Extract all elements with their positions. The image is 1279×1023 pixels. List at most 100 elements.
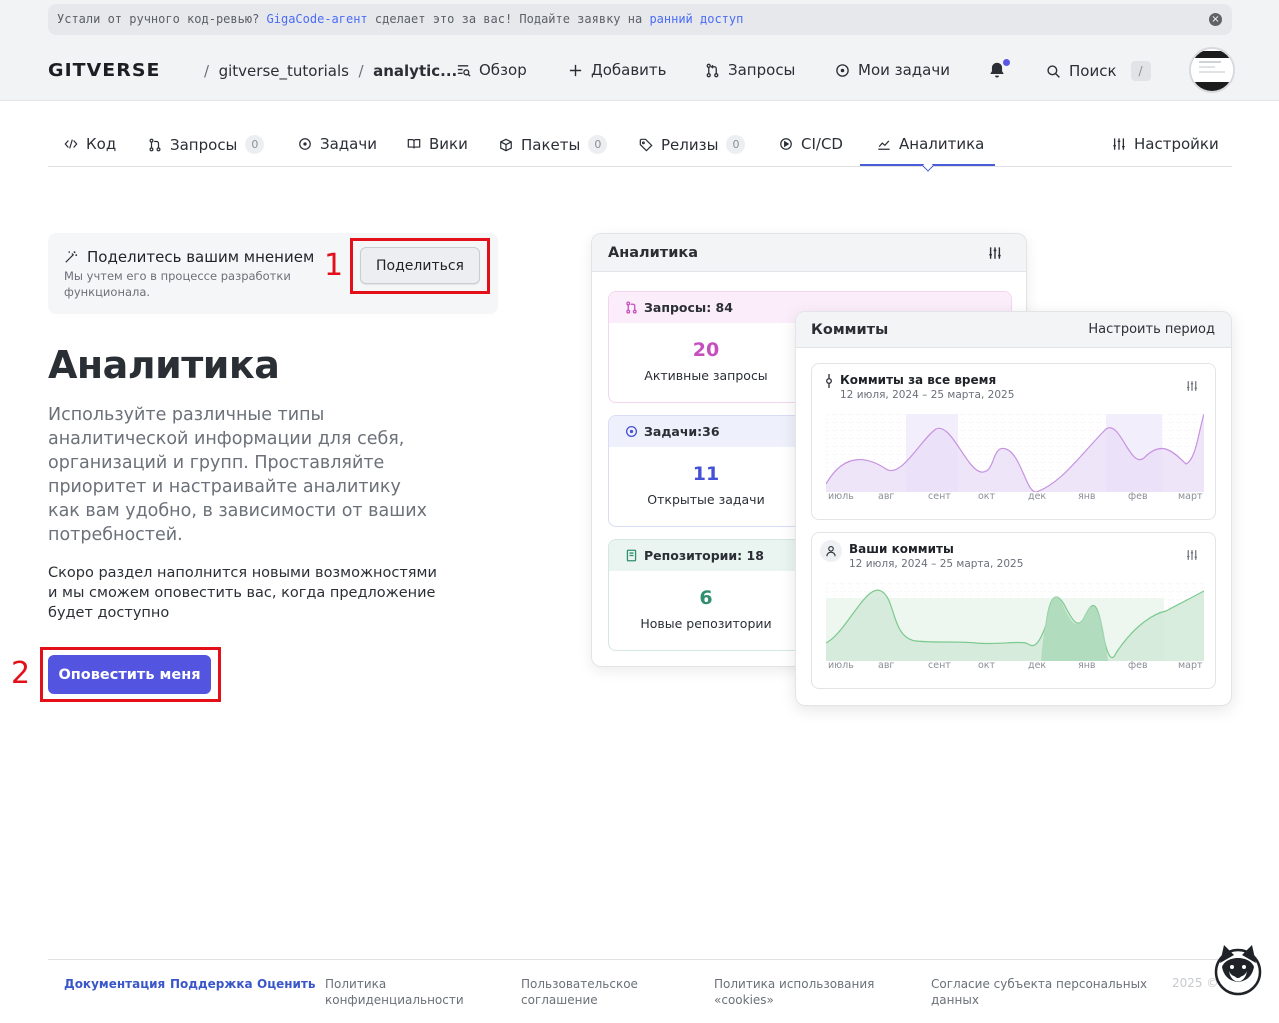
tab-settings[interactable]: Настройки <box>1112 135 1219 153</box>
commits-preview-card: Коммиты Настроить период Коммиты за все … <box>795 311 1232 706</box>
header: GITVERSE / gitverse_tutorials / analytic… <box>48 47 1235 93</box>
tab-wiki[interactable]: Вики <box>407 135 468 153</box>
commits-preview-header: Коммиты Настроить период <box>796 312 1231 348</box>
stat-requests-number: 20 <box>692 339 720 361</box>
commit-icon <box>826 374 832 388</box>
breadcrumb-owner[interactable]: gitverse_tutorials <box>219 62 349 80</box>
feedback-title: Поделитесь вашим мнением <box>64 248 314 266</box>
month-label: фев <box>1128 660 1148 671</box>
nav-overview[interactable]: Обзор <box>456 61 527 79</box>
notification-dot <box>1003 59 1010 66</box>
stat-issues-number: 11 <box>692 463 720 485</box>
footer-docs-link[interactable]: Документация <box>64 976 165 992</box>
breadcrumb-repo[interactable]: analytic... <box>373 62 457 80</box>
annotation-box-1 <box>350 238 490 294</box>
tab-analytics[interactable]: Аналитика <box>877 135 984 153</box>
tab-releases-count: 0 <box>726 135 746 154</box>
month-label: март <box>1178 491 1203 502</box>
annotation-box-2 <box>40 647 221 702</box>
book-icon <box>407 139 421 149</box>
month-label: авг <box>878 491 895 502</box>
page-title: Аналитика <box>48 343 280 387</box>
breadcrumb-separator: / <box>204 62 210 80</box>
tab-packages-count: 0 <box>588 135 608 154</box>
feedback-title-text: Поделитесь вашим мнением <box>87 248 315 266</box>
banner-text-2: сделает это за вас! Подайте заявку на <box>367 12 650 26</box>
chart-all-date: 12 июля, 2024 – 25 марта, 2025 <box>840 389 1015 401</box>
tab-issues[interactable]: Задачи <box>298 135 377 153</box>
user-icon <box>826 545 836 557</box>
assistant-dog-icon[interactable] <box>1212 941 1264 997</box>
stat-repos-title: Репозитории: 18 <box>644 548 764 563</box>
breadcrumb: / gitverse_tutorials / analytic... <box>204 62 457 80</box>
stat-issues-title: Задачи:36 <box>644 424 720 439</box>
plus-icon <box>569 64 582 76</box>
gigacode-link[interactable]: GigaCode-агент <box>267 12 368 26</box>
chart-all-plot <box>826 414 1204 492</box>
repo-tabs: Код Запросы 0 Задачи Вики Пакеты 0 Релиз… <box>48 126 1232 172</box>
feedback-subtitle: Мы учтем его в процессе разработки функц… <box>64 269 291 299</box>
stat-issues-label: Открытые задачи <box>647 492 765 507</box>
package-icon <box>500 138 512 151</box>
early-access-link[interactable]: ранний доступ <box>649 12 743 26</box>
tab-cicd-label: CI/CD <box>801 135 843 153</box>
active-tab-caret <box>922 160 934 172</box>
gitverse-logo[interactable]: GITVERSE <box>48 60 160 81</box>
tab-issues-label: Задачи <box>320 135 377 153</box>
configure-period-link[interactable]: Настроить период <box>1088 322 1215 337</box>
annotation-marker-1: 1 <box>324 248 344 283</box>
footer-privacy-link[interactable]: Политика конфиденциальности <box>325 976 464 1008</box>
month-label: янв <box>1078 491 1096 502</box>
breadcrumb-separator: / <box>358 62 364 80</box>
chart-your-title: Ваши коммиты <box>849 542 954 556</box>
code-icon <box>64 139 78 149</box>
tab-releases[interactable]: Релизы 0 <box>639 135 746 154</box>
tab-code-label: Код <box>86 135 117 153</box>
month-label: янв <box>1078 660 1096 671</box>
commits-preview-title: Коммиты <box>811 322 889 338</box>
nav-add[interactable]: Добавить <box>568 61 667 79</box>
tab-requests-label: Запросы <box>170 135 238 154</box>
user-avatar-circle <box>820 540 842 562</box>
nav-requests[interactable]: Запросы <box>705 61 795 79</box>
footer-consent-link[interactable]: Согласие субъекта персональных данных <box>931 976 1147 1008</box>
avatar[interactable] <box>1189 47 1235 93</box>
footer-support-link[interactable]: Поддержка <box>170 976 253 992</box>
stat-requests-label: Активные запросы <box>644 368 768 383</box>
sliders-icon <box>1113 138 1125 150</box>
stat-repos-label: Новые репозитории <box>640 616 772 631</box>
chart-line-icon <box>878 140 890 150</box>
tab-analytics-label: Аналитика <box>899 135 985 153</box>
chart-your-plot <box>826 583 1204 661</box>
chart-your-date: 12 июля, 2024 – 25 марта, 2025 <box>849 558 1024 570</box>
tab-settings-label: Настройки <box>1134 135 1219 153</box>
analytics-preview-header: Аналитика <box>592 234 1026 272</box>
issue-icon <box>299 138 311 150</box>
tag-icon <box>639 138 653 152</box>
footer-rate-link[interactable]: Оценить <box>257 976 315 992</box>
tune-icon[interactable] <box>1186 380 1198 392</box>
nav-my-tasks[interactable]: Мои задачи <box>835 61 950 79</box>
nav-search[interactable]: Поиск / <box>1046 61 1151 81</box>
tab-packages[interactable]: Пакеты 0 <box>499 135 608 154</box>
promo-banner: Устали от ручного код-ревью? GigaCode-аг… <box>48 4 1232 35</box>
stat-repos-number: 6 <box>699 587 713 609</box>
month-label: июль <box>828 491 854 502</box>
tune-icon[interactable] <box>1186 549 1198 561</box>
pull-request-icon <box>626 301 637 314</box>
tab-code[interactable]: Код <box>64 135 116 153</box>
banner-close-icon[interactable]: × <box>1209 13 1222 26</box>
nav-add-label: Добавить <box>591 61 667 79</box>
footer-cookies-link[interactable]: Политика использования «cookies» <box>714 976 874 1008</box>
tab-requests[interactable]: Запросы 0 <box>148 135 265 154</box>
tab-cicd[interactable]: CI/CD <box>779 135 843 153</box>
month-label: окт <box>978 491 996 502</box>
play-circle-icon <box>780 138 792 150</box>
magic-wand-icon <box>65 251 78 263</box>
tab-packages-label: Пакеты <box>521 135 581 154</box>
footer-agreement-link[interactable]: Пользовательское соглашение <box>521 976 638 1008</box>
month-label: сент <box>928 660 951 671</box>
nav-overview-label: Обзор <box>479 61 527 79</box>
issue-icon <box>625 425 638 438</box>
search-shortcut: / <box>1130 61 1151 81</box>
